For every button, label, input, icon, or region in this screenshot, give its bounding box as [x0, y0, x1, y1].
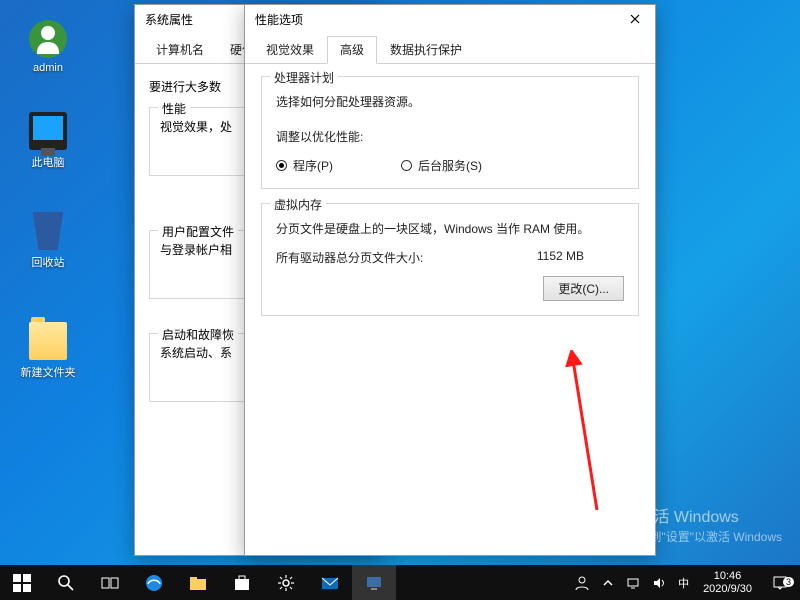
tab-computer-name[interactable]: 计算机名	[143, 36, 217, 64]
taskbar-app-settings[interactable]	[264, 565, 308, 600]
tray-chevron[interactable]	[596, 565, 620, 600]
radio-background-services[interactable]: 后台服务(S)	[401, 157, 482, 174]
search-icon	[57, 574, 75, 592]
radio-label: 后台服务(S)	[418, 157, 482, 174]
recycle-bin-icon	[29, 212, 67, 250]
task-view-button[interactable]	[88, 565, 132, 600]
people-icon	[574, 575, 590, 591]
close-icon	[630, 14, 640, 24]
group-legend: 性能	[158, 100, 190, 117]
radio-icon	[276, 160, 287, 171]
vm-size-row: 所有驱动器总分页文件大小: 1152 MB	[276, 249, 624, 266]
desktop-icon-recycle-bin[interactable]: 回收站	[8, 210, 88, 270]
button-row: 更改(C)...	[276, 276, 624, 301]
vm-size-value: 1152 MB	[537, 249, 584, 266]
system-icon	[365, 574, 383, 592]
taskbar-app-explorer[interactable]	[176, 565, 220, 600]
clock-time: 10:46	[703, 570, 752, 582]
group-legend: 用户配置文件	[158, 223, 238, 240]
icon-label: admin	[8, 62, 88, 74]
window-title: 系统属性	[145, 11, 193, 28]
taskbar-app-edge[interactable]	[132, 565, 176, 600]
tab-dep[interactable]: 数据执行保护	[377, 36, 475, 64]
notification-badge: 3	[783, 577, 794, 587]
volume-icon	[652, 576, 666, 590]
dialog-body: 处理器计划 选择如何分配处理器资源。 调整以优化性能: 程序(P) 后台服务(S…	[245, 64, 655, 342]
tab-advanced[interactable]: 高级	[327, 36, 377, 64]
chevron-up-icon	[602, 577, 614, 589]
window-title: 性能选项	[255, 11, 303, 28]
tray-clock[interactable]: 10:46 2020/9/30	[695, 570, 760, 594]
windows-logo-icon	[13, 574, 31, 592]
group-legend: 处理器计划	[270, 69, 338, 86]
taskbar-app-system[interactable]	[352, 565, 396, 600]
radio-label: 程序(P)	[293, 157, 333, 174]
start-button[interactable]	[0, 565, 44, 600]
group-processor-scheduling: 处理器计划 选择如何分配处理器资源。 调整以优化性能: 程序(P) 后台服务(S…	[261, 76, 639, 189]
user-folder-icon	[29, 20, 67, 58]
icon-label: 回收站	[8, 254, 88, 270]
store-icon	[233, 574, 251, 592]
taskbar-app-store[interactable]	[220, 565, 264, 600]
clock-date: 2020/9/30	[703, 583, 752, 595]
vm-size-label: 所有驱动器总分页文件大小:	[276, 249, 423, 266]
titlebar[interactable]: 性能选项	[245, 5, 655, 33]
icon-label: 此电脑	[8, 154, 88, 170]
folder-icon	[29, 322, 67, 360]
taskbar: 中 10:46 2020/9/30 3	[0, 565, 800, 600]
taskbar-app-mail[interactable]	[308, 565, 352, 600]
tray-network[interactable]	[620, 565, 646, 600]
edge-icon	[145, 574, 163, 592]
computer-icon	[29, 112, 67, 150]
vm-desc: 分页文件是硬盘上的一块区域，Windows 当作 RAM 使用。	[276, 220, 624, 237]
desktop-icon-admin[interactable]: admin	[8, 18, 88, 74]
optimize-label: 调整以优化性能:	[276, 128, 624, 145]
file-explorer-icon	[189, 574, 207, 592]
gear-icon	[277, 574, 295, 592]
radio-row: 程序(P) 后台服务(S)	[276, 157, 624, 174]
tab-bar: 视觉效果 高级 数据执行保护	[245, 35, 655, 64]
system-tray: 中 10:46 2020/9/30 3	[568, 565, 800, 600]
network-icon	[626, 576, 640, 590]
tray-people[interactable]	[568, 565, 596, 600]
ime-label: 中	[678, 575, 689, 591]
tab-visual-effects[interactable]: 视觉效果	[253, 36, 327, 64]
close-button[interactable]	[615, 5, 655, 33]
tray-volume[interactable]	[646, 565, 672, 600]
desktop-icon-new-folder[interactable]: 新建文件夹	[8, 320, 88, 380]
group-legend: 启动和故障恢	[158, 326, 238, 343]
tray-ime[interactable]: 中	[672, 565, 695, 600]
search-button[interactable]	[44, 565, 88, 600]
tray-notifications[interactable]: 3	[760, 575, 800, 591]
mail-icon	[321, 574, 339, 592]
cpu-desc: 选择如何分配处理器资源。	[276, 93, 624, 110]
radio-icon	[401, 160, 412, 171]
group-legend: 虚拟内存	[270, 196, 326, 213]
dialog-performance-options: 性能选项 视觉效果 高级 数据执行保护 处理器计划 选择如何分配处理器资源。 调…	[244, 4, 656, 556]
radio-programs[interactable]: 程序(P)	[276, 157, 333, 174]
icon-label: 新建文件夹	[8, 364, 88, 380]
desktop-icon-this-pc[interactable]: 此电脑	[8, 110, 88, 170]
group-virtual-memory: 虚拟内存 分页文件是硬盘上的一块区域，Windows 当作 RAM 使用。 所有…	[261, 203, 639, 316]
change-button[interactable]: 更改(C)...	[543, 276, 624, 301]
task-view-icon	[101, 574, 119, 592]
